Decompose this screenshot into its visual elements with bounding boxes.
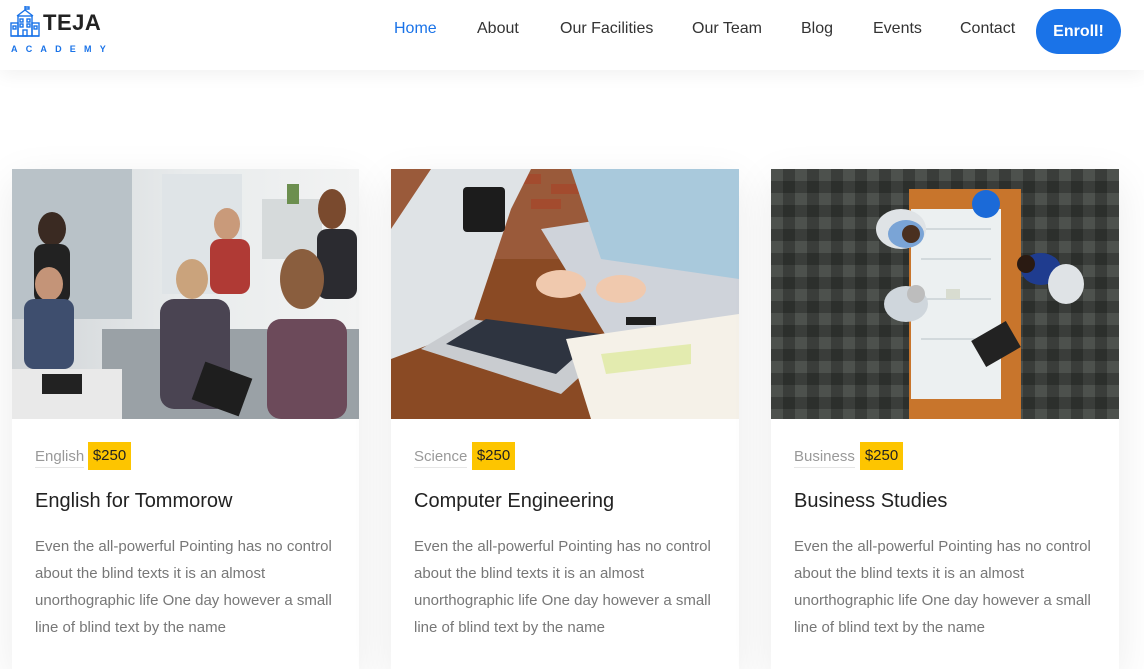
course-category[interactable]: Business [794, 448, 855, 468]
nav-contact-link[interactable]: Contact [960, 20, 1015, 38]
course-price-badge: $250 [88, 442, 131, 470]
course-title[interactable]: English for Tommorow [35, 490, 232, 513]
top-navbar: TEJA ACADEMY Home About Our Facilities O… [0, 0, 1144, 70]
course-description: Even the all-powerful Pointing has no co… [794, 538, 1091, 636]
course-description: Even the all-powerful Pointing has no co… [35, 538, 332, 636]
enroll-button[interactable]: Enroll! [1036, 9, 1121, 54]
team-meeting-overhead-photo[interactable] [771, 169, 1119, 419]
course-title[interactable]: Computer Engineering [414, 490, 614, 513]
main-nav: Home About Our Facilities Our Team Blog … [0, 0, 1144, 62]
course-price-badge: $250 [472, 442, 515, 470]
course-card: English $250 English for Tommorow Even t… [12, 169, 359, 669]
course-category[interactable]: English [35, 448, 85, 468]
course-title[interactable]: Business Studies [794, 490, 947, 513]
course-card: Science $250 Computer Engineering Even t… [391, 169, 739, 669]
nav-home-link[interactable]: Home [394, 20, 437, 38]
nav-facilities-link[interactable]: Our Facilities [560, 20, 653, 38]
laptop-typing-photo[interactable] [391, 169, 739, 419]
course-description: Even the all-powerful Pointing has no co… [414, 538, 711, 636]
course-price-badge: $250 [860, 442, 903, 470]
nav-events-link[interactable]: Events [873, 20, 922, 38]
nav-team-link[interactable]: Our Team [692, 20, 762, 38]
course-card: Business $250 Business Studies Even the … [771, 169, 1119, 669]
course-category[interactable]: Science [414, 448, 468, 468]
nav-about-link[interactable]: About [477, 20, 519, 38]
students-discussion-photo[interactable] [12, 169, 359, 419]
nav-blog-link[interactable]: Blog [801, 20, 833, 38]
